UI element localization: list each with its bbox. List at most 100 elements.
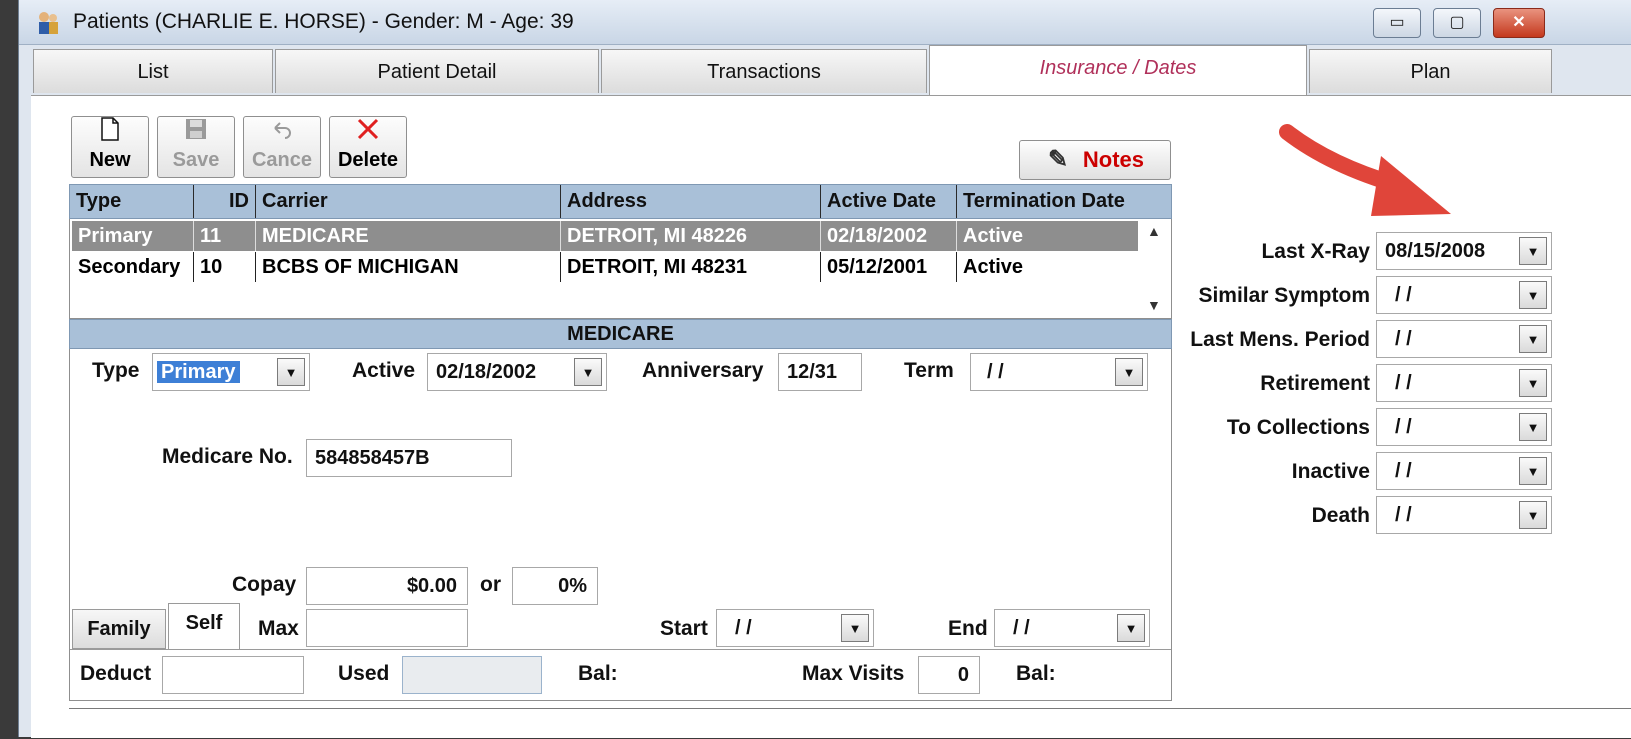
cell-active-date: 02/18/2002	[821, 221, 957, 251]
notes-button[interactable]: ✎ Notes	[1019, 140, 1171, 180]
last-xray-select[interactable]: 08/15/2008 ▼	[1376, 232, 1552, 270]
tab-list[interactable]: List	[33, 49, 273, 93]
copay-label: Copay	[232, 573, 297, 596]
visits-balance-label: Bal:	[1016, 662, 1056, 685]
tab-plan[interactable]: Plan	[1309, 49, 1552, 93]
cancel-button-label: Cance	[251, 149, 313, 171]
maximize-button[interactable]: ▢	[1433, 8, 1481, 38]
cell-address: DETROIT, MI 48231	[561, 252, 821, 282]
cell-carrier: BCBS OF MICHIGAN	[256, 252, 561, 282]
grid-scrollbar[interactable]: ▲ ▼	[1139, 221, 1169, 315]
max-visits-label: Max Visits	[802, 662, 905, 685]
title-bar: Patients (CHARLIE E. HORSE) - Gender: M …	[19, 0, 1631, 45]
similar-symptom-select[interactable]: / / ▼	[1376, 276, 1552, 314]
max-input[interactable]	[306, 609, 468, 647]
close-icon: ✕	[1512, 14, 1526, 31]
table-row[interactable]: Primary 11 MEDICARE DETROIT, MI 48226 02…	[72, 221, 1138, 251]
floppy-disk-icon	[158, 117, 234, 147]
col-header-active-date[interactable]: Active Date	[821, 185, 957, 218]
used-label: Used	[338, 662, 390, 685]
delete-button[interactable]: Delete	[329, 116, 407, 178]
minimize-button[interactable]: ▭	[1373, 8, 1421, 38]
max-visits-input[interactable]: 0	[918, 656, 980, 694]
table-row[interactable]: Secondary 10 BCBS OF MICHIGAN DETROIT, M…	[72, 252, 1138, 282]
col-header-type[interactable]: Type	[70, 185, 194, 218]
cancel-button[interactable]: Cance	[243, 116, 321, 178]
medicare-no-value: 584858457B	[315, 447, 430, 469]
to-collections-select[interactable]: / / ▼	[1376, 408, 1552, 446]
chevron-down-icon[interactable]: ▼	[1519, 501, 1547, 529]
chevron-down-icon[interactable]: ▼	[1117, 614, 1145, 642]
tab-transactions[interactable]: Transactions	[601, 49, 927, 93]
tab-patient-detail[interactable]: Patient Detail	[275, 49, 599, 93]
last-mens-period-select[interactable]: / / ▼	[1376, 320, 1552, 358]
chevron-down-icon[interactable]: ▼	[1519, 413, 1547, 441]
cell-id: 10	[194, 252, 256, 282]
retirement-value: / /	[1395, 372, 1412, 394]
chevron-down-icon[interactable]: ▼	[277, 358, 305, 386]
col-header-termination-date[interactable]: Termination Date	[957, 185, 1171, 218]
window-title: Patients (CHARLIE E. HORSE) - Gender: M …	[73, 10, 574, 33]
chevron-down-icon[interactable]: ▼	[1519, 237, 1547, 265]
main-tabs: List Patient Detail Transactions Insuran…	[19, 45, 1631, 95]
insurance-grid-header: Type ID Carrier Address Active Date Term…	[69, 184, 1172, 219]
red-x-icon	[330, 117, 406, 147]
chevron-down-icon[interactable]: ▼	[1519, 457, 1547, 485]
retirement-select[interactable]: / / ▼	[1376, 364, 1552, 402]
term-date-select[interactable]: / / ▼	[970, 353, 1148, 391]
chevron-down-icon[interactable]: ▼	[1519, 281, 1547, 309]
tab-patient-detail-label: Patient Detail	[377, 61, 497, 83]
start-label: Start	[660, 617, 708, 640]
chevron-down-icon[interactable]: ▼	[1519, 369, 1547, 397]
cell-type: Secondary	[72, 252, 194, 282]
scroll-down-icon[interactable]: ▼	[1147, 297, 1161, 313]
save-button[interactable]: Save	[157, 116, 235, 178]
chevron-down-icon[interactable]: ▼	[1115, 358, 1143, 386]
chevron-down-icon[interactable]: ▼	[841, 614, 869, 642]
start-date-select[interactable]: / / ▼	[716, 609, 874, 647]
chevron-down-icon[interactable]: ▼	[1519, 325, 1547, 353]
new-button-label: New	[89, 149, 131, 171]
term-date-value: / /	[987, 361, 1004, 383]
type-select[interactable]: Primary ▼	[152, 353, 310, 391]
col-header-address[interactable]: Address	[561, 185, 821, 218]
deduct-label: Deduct	[80, 662, 152, 685]
copay-amount-input[interactable]: $0.00	[306, 567, 468, 605]
tab-family[interactable]: Family	[72, 609, 166, 649]
new-button[interactable]: New	[71, 116, 149, 178]
section-title: MEDICARE	[69, 319, 1172, 349]
death-select[interactable]: / / ▼	[1376, 496, 1552, 534]
tab-self[interactable]: Self	[168, 603, 240, 649]
similar-symptom-value: / /	[1395, 284, 1412, 306]
cell-id: 11	[194, 221, 256, 251]
notes-button-label: Notes	[1082, 147, 1144, 172]
patients-app-icon	[39, 12, 58, 34]
scroll-up-icon[interactable]: ▲	[1147, 223, 1161, 239]
col-header-id[interactable]: ID	[194, 185, 256, 218]
medicare-no-input[interactable]: 584858457B	[306, 439, 512, 477]
active-date-select[interactable]: 02/18/2002 ▼	[427, 353, 607, 391]
type-label: Type	[92, 359, 140, 382]
copay-percent-input[interactable]: 0%	[512, 567, 598, 605]
deduct-input[interactable]	[162, 656, 304, 694]
end-date-select[interactable]: / / ▼	[994, 609, 1150, 647]
cell-carrier: MEDICARE	[256, 221, 561, 251]
delete-button-label: Delete	[337, 149, 399, 171]
tab-list-label: List	[137, 61, 169, 83]
close-button[interactable]: ✕	[1493, 8, 1545, 38]
inactive-select[interactable]: / / ▼	[1376, 452, 1552, 490]
tab-insurance-dates[interactable]: Insurance / Dates	[929, 45, 1307, 95]
cell-type: Primary	[72, 221, 194, 251]
end-date-value: / /	[1013, 617, 1030, 639]
anniversary-input[interactable]: 12/31	[778, 353, 862, 391]
insurance-dates-panel: New Save Cance Delete ✎ Notes Type ID Ca…	[31, 95, 1631, 738]
bottom-grid-edge	[69, 708, 1631, 739]
tab-family-label: Family	[87, 618, 151, 640]
save-button-label: Save	[172, 149, 220, 171]
minimize-icon: ▭	[1389, 14, 1405, 31]
last-xray-label: Last X-Ray	[1261, 240, 1370, 263]
max-label: Max	[258, 617, 299, 640]
type-value: Primary	[157, 361, 240, 383]
col-header-carrier[interactable]: Carrier	[256, 185, 561, 218]
chevron-down-icon[interactable]: ▼	[574, 358, 602, 386]
